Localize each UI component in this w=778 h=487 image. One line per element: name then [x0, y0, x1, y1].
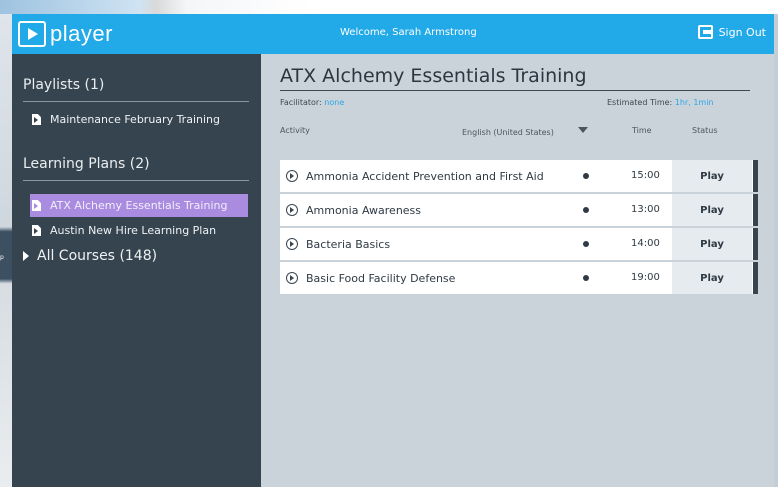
row-marker	[753, 160, 758, 192]
logo-text: player	[50, 21, 113, 46]
playlists-heading[interactable]: Playlists (1)	[23, 77, 104, 93]
activity-time: 19:00	[631, 272, 660, 283]
facilitator-label: Facilitator:	[280, 98, 322, 107]
sidebar-item-maintenance-february-training[interactable]: Maintenance February Training	[32, 108, 250, 131]
activity-name[interactable]: Bacteria Basics	[306, 238, 596, 251]
sign-out-icon	[697, 25, 713, 39]
top-bar: player Welcome, Sarah Armstrong Sign Out	[12, 14, 774, 54]
language-dot-icon	[583, 173, 589, 179]
play-button[interactable]: Play	[672, 194, 752, 226]
expand-arrow-icon	[23, 251, 29, 261]
play-button[interactable]: Play	[672, 160, 752, 192]
sidebar: Playlists (1) Maintenance February Train…	[12, 54, 261, 487]
table-row[interactable]: Ammonia Awareness 13:00 Play	[280, 194, 758, 226]
all-courses-count: (148)	[119, 248, 158, 264]
row-marker	[753, 262, 758, 294]
desktop-background-top	[0, 0, 778, 14]
activity-name[interactable]: Ammonia Accident Prevention and First Ai…	[306, 170, 596, 183]
all-courses-label: All Courses	[37, 248, 115, 264]
desktop-background-right	[774, 14, 778, 487]
main-content: ATX Alchemy Essentials Training Facilita…	[261, 54, 774, 487]
play-circle-icon[interactable]	[286, 170, 298, 182]
document-play-icon	[32, 225, 41, 236]
play-logo-icon	[18, 21, 46, 47]
learning-plans-heading[interactable]: Learning Plans (2)	[23, 156, 150, 172]
activity-name[interactable]: Basic Food Facility Defense	[306, 272, 596, 285]
play-circle-icon[interactable]	[286, 272, 298, 284]
column-header-activity: Activity	[280, 126, 310, 135]
play-button[interactable]: Play	[672, 228, 752, 260]
language-dot-icon	[583, 207, 589, 213]
all-courses-toggle[interactable]: All Courses (148)	[23, 248, 157, 264]
activity-time: 15:00	[631, 170, 660, 181]
sidebar-item-label: Austin New Hire Learning Plan	[50, 224, 217, 237]
facilitator-info: Facilitator: none	[280, 98, 344, 107]
sign-out-label: Sign Out	[718, 25, 766, 39]
sidebar-item-austin-new-hire-learning-plan[interactable]: Austin New Hire Learning Plan	[32, 219, 250, 242]
document-play-icon	[32, 200, 41, 211]
desktop-glyph: p	[0, 254, 4, 261]
desktop-background-left: p	[0, 14, 12, 487]
document-play-icon	[32, 114, 41, 125]
row-marker	[753, 228, 758, 260]
column-header-status: Status	[692, 126, 718, 135]
language-dot-icon	[583, 241, 589, 247]
player-app-window: player Welcome, Sarah Armstrong Sign Out…	[12, 14, 774, 487]
table-row[interactable]: Bacteria Basics 14:00 Play	[280, 228, 758, 260]
sidebar-item-label: ATX Alchemy Essentials Training	[50, 199, 228, 212]
facilitator-value[interactable]: none	[324, 98, 344, 107]
sign-out-button[interactable]: Sign Out	[697, 25, 766, 39]
language-dropdown-caret-icon[interactable]	[578, 127, 588, 133]
column-header-time: Time	[632, 126, 652, 135]
playlists-divider	[23, 101, 249, 102]
estimated-time-label: Estimated Time:	[607, 98, 673, 107]
table-row[interactable]: Basic Food Facility Defense 19:00 Play	[280, 262, 758, 294]
activity-time: 14:00	[631, 238, 660, 249]
language-dot-icon	[583, 275, 589, 281]
activity-time: 13:00	[631, 204, 660, 215]
play-button[interactable]: Play	[672, 262, 752, 294]
sidebar-item-label: Maintenance February Training	[50, 113, 220, 126]
estimated-time-value: 1hr, 1min	[674, 98, 714, 107]
sidebar-item-atx-alchemy-essentials-training[interactable]: ATX Alchemy Essentials Training	[30, 194, 248, 217]
player-logo[interactable]: player	[18, 20, 113, 48]
estimated-time-info: Estimated Time: 1hr, 1min	[607, 98, 714, 107]
page-title: ATX Alchemy Essentials Training	[280, 65, 587, 87]
activity-name[interactable]: Ammonia Awareness	[306, 204, 596, 217]
learning-plans-divider	[23, 180, 249, 181]
title-divider	[280, 90, 750, 91]
row-marker	[753, 194, 758, 226]
table-row[interactable]: Ammonia Accident Prevention and First Ai…	[280, 160, 758, 192]
play-circle-icon[interactable]	[286, 238, 298, 250]
welcome-message: Welcome, Sarah Armstrong	[340, 27, 477, 38]
language-selector[interactable]: English (United States)	[462, 128, 554, 137]
play-circle-icon[interactable]	[286, 204, 298, 216]
